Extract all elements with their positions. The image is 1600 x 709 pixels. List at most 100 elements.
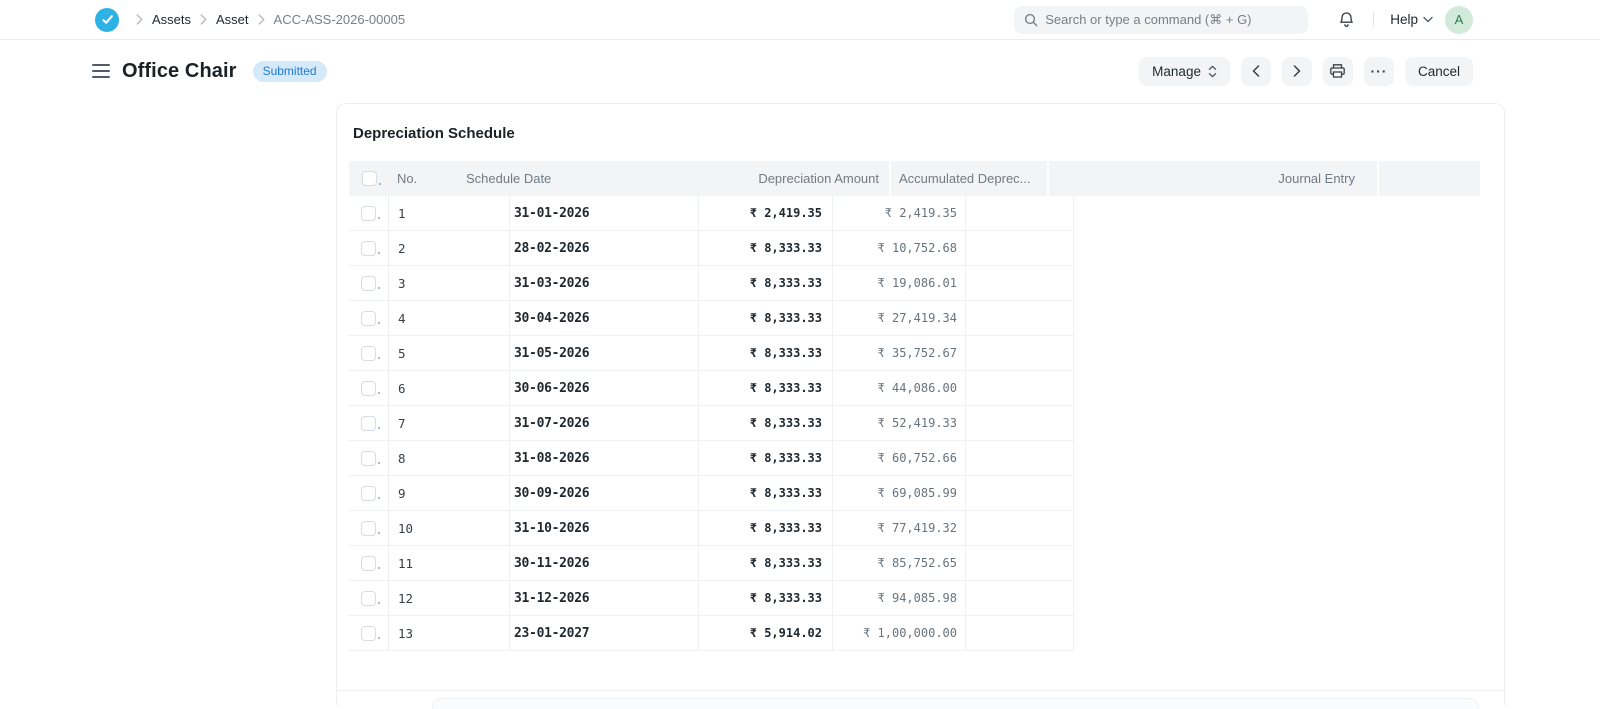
print-button[interactable] — [1323, 57, 1353, 86]
cell-accumulated-depreciation[interactable]: ₹ 1,00,000.00 — [833, 616, 966, 650]
table-row[interactable]: 3 31-03-2026 ₹ 8,333.33 ₹ 19,086.01 — [349, 266, 1074, 301]
cell-schedule-date[interactable]: 31-01-2026 — [510, 196, 699, 230]
row-checkbox[interactable] — [361, 206, 376, 221]
row-checkbox[interactable] — [361, 556, 376, 571]
global-search[interactable] — [1014, 6, 1308, 34]
table-row[interactable]: 2 28-02-2026 ₹ 8,333.33 ₹ 10,752.68 — [349, 231, 1074, 266]
table-row[interactable]: 12 31-12-2026 ₹ 8,333.33 ₹ 94,085.98 — [349, 581, 1074, 616]
cell-depreciation-amount[interactable]: ₹ 8,333.33 — [699, 231, 833, 265]
row-checkbox[interactable] — [361, 276, 376, 291]
row-checkbox[interactable] — [361, 451, 376, 466]
row-checkbox[interactable] — [361, 626, 376, 641]
cell-journal-entry[interactable] — [966, 616, 1074, 650]
cell-schedule-date[interactable]: 23-01-2027 — [510, 616, 699, 650]
breadcrumb-item[interactable]: ACC-ASS-2026-00005 — [249, 12, 406, 27]
table-row[interactable]: 13 23-01-2027 ₹ 5,914.02 ₹ 1,00,000.00 — [349, 616, 1074, 651]
cell-schedule-date[interactable]: 28-02-2026 — [510, 231, 699, 265]
row-checkbox[interactable] — [361, 486, 376, 501]
sidebar-toggle-button[interactable] — [92, 64, 110, 78]
select-all-checkbox[interactable] — [362, 171, 377, 186]
cell-accumulated-depreciation[interactable]: ₹ 94,085.98 — [833, 581, 966, 615]
cell-journal-entry[interactable] — [966, 476, 1074, 510]
cell-schedule-date[interactable]: 31-10-2026 — [510, 511, 699, 545]
previous-record-button[interactable] — [1241, 57, 1271, 86]
user-avatar[interactable]: A — [1445, 6, 1473, 34]
cell-depreciation-amount[interactable]: ₹ 8,333.33 — [699, 581, 833, 615]
cell-depreciation-amount[interactable]: ₹ 8,333.33 — [699, 511, 833, 545]
cell-depreciation-amount[interactable]: ₹ 8,333.33 — [699, 266, 833, 300]
help-menu[interactable]: Help — [1390, 12, 1433, 27]
cell-depreciation-amount[interactable]: ₹ 8,333.33 — [699, 301, 833, 335]
cell-depreciation-amount[interactable]: ₹ 8,333.33 — [699, 476, 833, 510]
cell-journal-entry[interactable] — [966, 231, 1074, 265]
cell-depreciation-amount[interactable]: ₹ 8,333.33 — [699, 406, 833, 440]
cell-depreciation-amount[interactable]: ₹ 8,333.33 — [699, 371, 833, 405]
cell-accumulated-depreciation[interactable]: ₹ 35,752.67 — [833, 336, 966, 370]
next-record-button[interactable] — [1282, 57, 1312, 86]
cell-row-number[interactable]: 1 — [389, 196, 510, 230]
breadcrumb-item[interactable]: Assets — [127, 12, 191, 27]
cell-journal-entry[interactable] — [966, 511, 1074, 545]
cell-accumulated-depreciation[interactable]: ₹ 52,419.33 — [833, 406, 966, 440]
table-row[interactable]: 7 31-07-2026 ₹ 8,333.33 ₹ 52,419.33 — [349, 406, 1074, 441]
cell-schedule-date[interactable]: 31-12-2026 — [510, 581, 699, 615]
cell-row-number[interactable]: 6 — [389, 371, 510, 405]
breadcrumb-item[interactable]: Asset — [191, 12, 249, 27]
cell-depreciation-amount[interactable]: ₹ 5,914.02 — [699, 616, 833, 650]
cell-row-number[interactable]: 12 — [389, 581, 510, 615]
cell-accumulated-depreciation[interactable]: ₹ 69,085.99 — [833, 476, 966, 510]
cell-schedule-date[interactable]: 31-05-2026 — [510, 336, 699, 370]
row-checkbox[interactable] — [361, 311, 376, 326]
row-checkbox[interactable] — [361, 591, 376, 606]
cell-journal-entry[interactable] — [966, 406, 1074, 440]
cell-journal-entry[interactable] — [966, 301, 1074, 335]
cell-journal-entry[interactable] — [966, 581, 1074, 615]
table-row[interactable]: 5 31-05-2026 ₹ 8,333.33 ₹ 35,752.67 — [349, 336, 1074, 371]
cell-depreciation-amount[interactable]: ₹ 2,419.35 — [699, 196, 833, 230]
table-row[interactable]: 6 30-06-2026 ₹ 8,333.33 ₹ 44,086.00 — [349, 371, 1074, 406]
cancel-button[interactable]: Cancel — [1405, 57, 1473, 86]
cell-journal-entry[interactable] — [966, 441, 1074, 475]
table-row[interactable]: 4 30-04-2026 ₹ 8,333.33 ₹ 27,419.34 — [349, 301, 1074, 336]
cell-accumulated-depreciation[interactable]: ₹ 2,419.35 — [833, 196, 966, 230]
cell-journal-entry[interactable] — [966, 371, 1074, 405]
row-checkbox[interactable] — [361, 346, 376, 361]
cell-accumulated-depreciation[interactable]: ₹ 27,419.34 — [833, 301, 966, 335]
cell-depreciation-amount[interactable]: ₹ 8,333.33 — [699, 336, 833, 370]
cell-row-number[interactable]: 8 — [389, 441, 510, 475]
table-row[interactable]: 9 30-09-2026 ₹ 8,333.33 ₹ 69,085.99 — [349, 476, 1074, 511]
cell-journal-entry[interactable] — [966, 336, 1074, 370]
cell-depreciation-amount[interactable]: ₹ 8,333.33 — [699, 546, 833, 580]
cell-accumulated-depreciation[interactable]: ₹ 85,752.65 — [833, 546, 966, 580]
search-input[interactable] — [1045, 12, 1298, 27]
cell-accumulated-depreciation[interactable]: ₹ 10,752.68 — [833, 231, 966, 265]
cell-accumulated-depreciation[interactable]: ₹ 77,419.32 — [833, 511, 966, 545]
cell-accumulated-depreciation[interactable]: ₹ 44,086.00 — [833, 371, 966, 405]
manage-dropdown-button[interactable]: Manage — [1139, 57, 1230, 86]
cell-journal-entry[interactable] — [966, 546, 1074, 580]
table-row[interactable]: 8 31-08-2026 ₹ 8,333.33 ₹ 60,752.66 — [349, 441, 1074, 476]
cell-row-number[interactable]: 10 — [389, 511, 510, 545]
cell-row-number[interactable]: 11 — [389, 546, 510, 580]
notifications-button[interactable] — [1338, 11, 1355, 29]
cell-row-number[interactable]: 3 — [389, 266, 510, 300]
cell-accumulated-depreciation[interactable]: ₹ 60,752.66 — [833, 441, 966, 475]
row-checkbox[interactable] — [361, 521, 376, 536]
app-logo[interactable] — [95, 8, 119, 32]
row-checkbox[interactable] — [361, 416, 376, 431]
row-checkbox[interactable] — [361, 241, 376, 256]
table-row[interactable]: 11 30-11-2026 ₹ 8,333.33 ₹ 85,752.65 — [349, 546, 1074, 581]
cell-accumulated-depreciation[interactable]: ₹ 19,086.01 — [833, 266, 966, 300]
cell-row-number[interactable]: 4 — [389, 301, 510, 335]
table-row[interactable]: 1 31-01-2026 ₹ 2,419.35 ₹ 2,419.35 — [349, 196, 1074, 231]
cell-schedule-date[interactable]: 31-07-2026 — [510, 406, 699, 440]
cell-schedule-date[interactable]: 31-08-2026 — [510, 441, 699, 475]
cell-schedule-date[interactable]: 30-04-2026 — [510, 301, 699, 335]
more-options-button[interactable]: ··· — [1364, 57, 1394, 86]
cell-depreciation-amount[interactable]: ₹ 8,333.33 — [699, 441, 833, 475]
cell-journal-entry[interactable] — [966, 196, 1074, 230]
cell-schedule-date[interactable]: 30-06-2026 — [510, 371, 699, 405]
cell-row-number[interactable]: 2 — [389, 231, 510, 265]
row-checkbox[interactable] — [361, 381, 376, 396]
cell-schedule-date[interactable]: 30-09-2026 — [510, 476, 699, 510]
